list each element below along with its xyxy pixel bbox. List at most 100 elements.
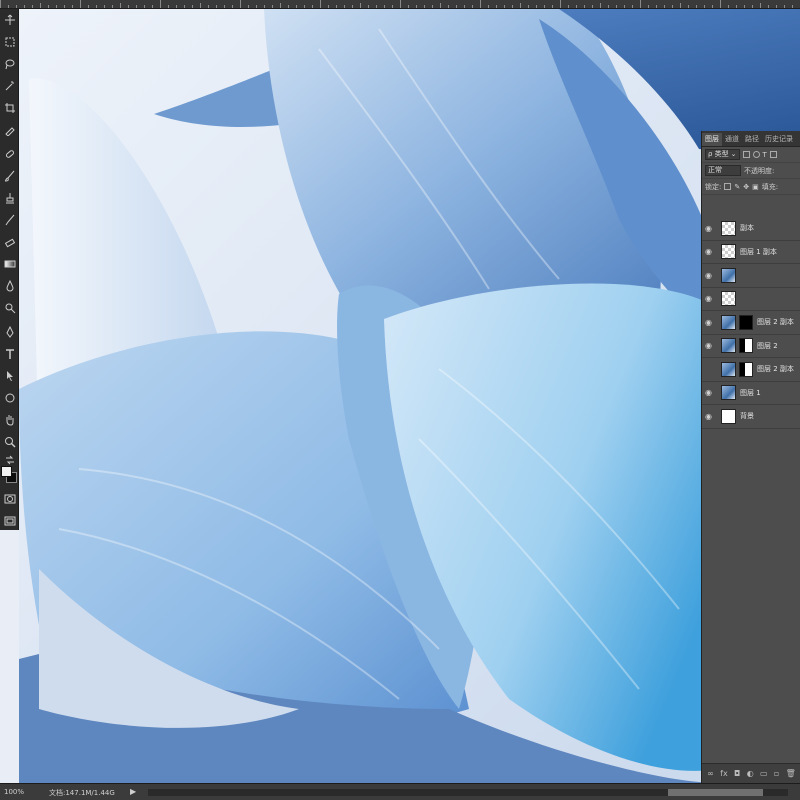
layer-mask-thumbnail[interactable]: [739, 314, 753, 330]
link-icon[interactable]: ∞: [707, 769, 714, 778]
ruler-tick: [288, 5, 289, 8]
visibility-eye-icon[interactable]: ◉: [702, 412, 715, 421]
visibility-eye-icon[interactable]: ◉: [702, 318, 715, 327]
pen-tool-icon[interactable]: [2, 325, 17, 339]
screen-mode-icon[interactable]: [2, 514, 17, 528]
ruler-tick: [640, 0, 641, 8]
shape-tool-icon[interactable]: [2, 391, 17, 405]
layer-row[interactable]: ◉ 图层 2: [702, 335, 800, 358]
foreground-color-swatch[interactable]: [1, 466, 12, 477]
layer-thumbnail: [721, 408, 736, 424]
status-menu-arrow-icon[interactable]: ▶: [130, 787, 136, 796]
ruler-tick: [216, 5, 217, 8]
crop-tool-icon[interactable]: [2, 101, 17, 115]
layer-row[interactable]: ◉: [702, 264, 800, 288]
ruler-tick: [272, 5, 273, 8]
lasso-tool-icon[interactable]: [2, 57, 17, 71]
filter-pixel-icon[interactable]: [742, 151, 750, 158]
visibility-eye-icon[interactable]: ◉: [702, 271, 715, 280]
layer-name: 图层 1: [740, 388, 761, 397]
layer-mask-thumbnail[interactable]: [739, 338, 753, 354]
ruler-tick: [256, 5, 257, 8]
visibility-eye-icon[interactable]: ◉: [702, 388, 715, 397]
healing-brush-tool-icon[interactable]: [2, 147, 17, 161]
top-ruler[interactable]: [0, 0, 800, 9]
quick-mask-icon[interactable]: [2, 492, 17, 506]
hand-tool-icon[interactable]: [2, 413, 17, 427]
visibility-eye-icon[interactable]: ◉: [702, 341, 715, 350]
blend-mode-dropdown[interactable]: 正常: [705, 165, 741, 176]
blend-mode-row: 正常 不透明度:: [702, 163, 800, 179]
adjustment-icon[interactable]: ◐: [747, 769, 754, 778]
filter-shape-icon[interactable]: [769, 151, 777, 158]
layer-filter-dropdown[interactable]: ρ 类型 ⌄: [705, 149, 740, 160]
layer-thumbnail: [721, 385, 736, 401]
zoom-level[interactable]: 100%: [4, 788, 24, 796]
lock-transparent-icon[interactable]: [724, 183, 732, 190]
ruler-tick: [664, 5, 665, 8]
ruler-tick: [744, 5, 745, 8]
eyedropper-tool-icon[interactable]: [2, 123, 17, 137]
folder-icon[interactable]: ▭: [760, 769, 768, 778]
brush-tool-icon[interactable]: [2, 169, 17, 183]
ruler-tick: [376, 5, 377, 8]
ruler-tick: [736, 5, 737, 8]
tab-paths[interactable]: 路径: [742, 133, 762, 146]
layer-row[interactable]: ◉ 图层 2 副本: [702, 311, 800, 335]
lock-row: 锁定: ✎ ✥ ▣ 填充:: [702, 179, 800, 195]
layer-row[interactable]: ◉ 图层 1 副本: [702, 241, 800, 264]
horizontal-scrollbar-thumb[interactable]: [668, 789, 763, 796]
layer-row[interactable]: ◉ 副本: [702, 217, 800, 241]
clone-stamp-tool-icon[interactable]: [2, 191, 17, 205]
swap-colors-icon[interactable]: [2, 453, 17, 467]
trash-icon[interactable]: 🗑: [786, 769, 796, 778]
new-layer-icon[interactable]: ▫: [774, 769, 779, 778]
filter-adjustment-icon[interactable]: [752, 151, 760, 158]
ruler-tick: [336, 5, 337, 8]
ruler-tick: [368, 5, 369, 8]
ruler-tick: [568, 5, 569, 8]
gradient-tool-icon[interactable]: [2, 257, 17, 271]
zoom-tool-icon[interactable]: [2, 435, 17, 449]
lock-paint-icon[interactable]: ✎: [734, 183, 740, 191]
ruler-tick: [416, 5, 417, 8]
history-brush-tool-icon[interactable]: [2, 213, 17, 227]
path-selection-tool-icon[interactable]: [2, 369, 17, 383]
ruler-tick: [400, 0, 401, 8]
dodge-tool-icon[interactable]: [2, 301, 17, 315]
visibility-eye-icon[interactable]: ◉: [702, 224, 715, 233]
tab-channels[interactable]: 通道: [722, 133, 742, 146]
ruler-tick: [104, 5, 105, 8]
tab-history[interactable]: 历史记录: [762, 133, 796, 146]
layers-panel: 图层 通道 路径 历史记录 ρ 类型 ⌄ T 正常 不透明度: 锁定: ✎ ✥ ▣…: [701, 131, 800, 783]
ruler-tick: [232, 5, 233, 8]
lock-all-icon[interactable]: ▣: [752, 183, 759, 191]
ruler-tick: [728, 5, 729, 8]
layer-row[interactable]: 图层 2 副本: [702, 358, 800, 382]
horizontal-scrollbar[interactable]: [148, 789, 788, 796]
fx-icon[interactable]: fx: [720, 769, 728, 778]
magic-wand-tool-icon[interactable]: [2, 79, 17, 93]
mask-icon[interactable]: ◘: [734, 769, 740, 778]
flower-image: [19, 9, 800, 783]
layer-row[interactable]: ◉ 背景: [702, 405, 800, 429]
ruler-tick: [304, 5, 305, 8]
type-tool-icon[interactable]: [2, 347, 17, 361]
marquee-tool-icon[interactable]: [2, 35, 17, 49]
panel-tabs: 图层 通道 路径 历史记录: [702, 131, 800, 147]
blur-tool-icon[interactable]: [2, 279, 17, 293]
layer-row[interactable]: ◉: [702, 288, 800, 311]
document-canvas[interactable]: [19, 9, 800, 783]
ruler-tick: [544, 5, 545, 8]
layer-row[interactable]: ◉ 图层 1: [702, 382, 800, 405]
visibility-eye-icon[interactable]: ◉: [702, 247, 715, 256]
eraser-tool-icon[interactable]: [2, 235, 17, 249]
filter-type-icon[interactable]: T: [763, 151, 767, 159]
layer-mask-thumbnail[interactable]: [739, 361, 753, 377]
move-tool-icon[interactable]: [2, 13, 17, 27]
ruler-tick: [384, 5, 385, 8]
visibility-eye-icon[interactable]: ◉: [702, 294, 715, 303]
tab-layers[interactable]: 图层: [702, 133, 722, 146]
lock-move-icon[interactable]: ✥: [743, 183, 749, 191]
ruler-tick: [360, 3, 361, 8]
